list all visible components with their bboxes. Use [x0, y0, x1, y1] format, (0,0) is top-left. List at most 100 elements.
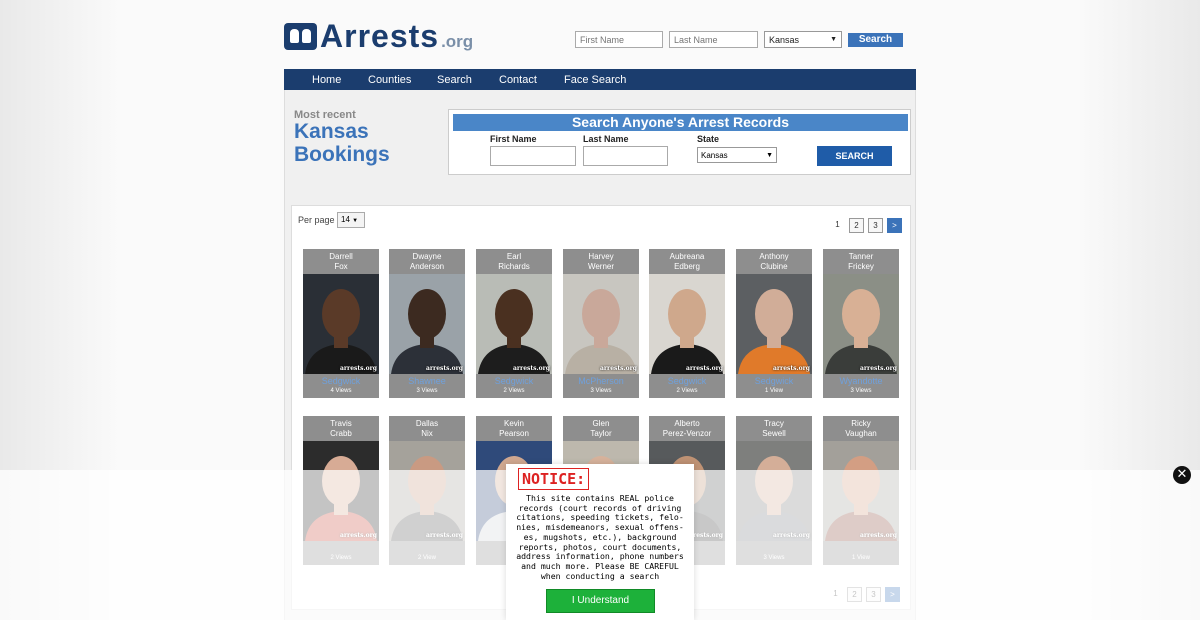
- search-box-title: Search Anyone's Arrest Records: [453, 114, 908, 131]
- nav-counties[interactable]: Counties: [368, 74, 411, 86]
- mugshot-photo[interactable]: arrests.org: [389, 274, 465, 374]
- watermark-text: arrests.org: [772, 365, 810, 372]
- page-title: Kansas Bookings: [294, 120, 390, 166]
- booking-card[interactable]: Tanner Frickey arrests.org Wyandotte 3 Views: [823, 249, 899, 398]
- mugshot-portrait: [305, 289, 377, 374]
- state-label: State: [697, 134, 720, 144]
- booking-first-name: Tracy: [764, 419, 784, 428]
- logo-tld: .org: [441, 32, 474, 51]
- booking-last-name: Sewell: [762, 429, 786, 438]
- mugshot-portrait: [565, 289, 637, 374]
- nav-search[interactable]: Search: [437, 74, 472, 86]
- watermark-text: arrests.org: [859, 365, 897, 372]
- last-name-input[interactable]: [583, 146, 668, 166]
- mugshot-portrait: [825, 289, 897, 374]
- chevron-down-icon: ▼: [352, 218, 359, 224]
- close-icon[interactable]: ✕: [1173, 466, 1191, 484]
- booking-card[interactable]: Harvey Werner arrests.org McPherson 3 Views: [563, 249, 639, 398]
- booking-last-name: Richards: [498, 262, 530, 271]
- page-2[interactable]: 2: [849, 218, 864, 233]
- last-name-label: Last Name: [583, 134, 629, 144]
- booking-last-name: Werner: [587, 262, 615, 271]
- booking-views: 3 Views: [590, 388, 612, 394]
- booking-county-link[interactable]: McPherson: [563, 376, 639, 386]
- mugshot-photo[interactable]: arrests.org: [736, 274, 812, 374]
- mugshot-photo[interactable]: arrests.org: [303, 274, 379, 374]
- booking-name: Darrell Fox: [303, 252, 379, 272]
- i-understand-button[interactable]: I Understand: [546, 589, 655, 613]
- booking-views: 3 Views: [416, 388, 438, 394]
- booking-county-link[interactable]: Sedgwick: [476, 376, 552, 386]
- first-name-input[interactable]: [490, 146, 576, 166]
- booking-name: Glen Taylor: [563, 419, 639, 439]
- state-select[interactable]: Kansas ▼: [697, 147, 777, 163]
- booking-first-name: Aubreana: [669, 252, 705, 261]
- mugshot-photo[interactable]: arrests.org: [563, 274, 639, 374]
- search-button[interactable]: SEARCH: [817, 146, 892, 166]
- header-state-value: Kansas: [769, 34, 800, 45]
- booking-first-name: Tanner: [848, 252, 874, 261]
- watermark-text: arrests.org: [339, 365, 377, 372]
- booking-first-name: Alberto: [674, 419, 700, 428]
- booking-card[interactable]: Dwayne Anderson arrests.org Shawnee 3 Views: [389, 249, 465, 398]
- nav-home[interactable]: Home: [312, 74, 341, 86]
- booking-county-link[interactable]: Shawnee: [389, 376, 465, 386]
- page-3[interactable]: 3: [868, 218, 883, 233]
- booking-card[interactable]: Darrell Fox arrests.org Sedgwick 4 Views: [303, 249, 379, 398]
- mugshot-photo[interactable]: arrests.org: [649, 274, 725, 374]
- mugshot-portrait: [651, 289, 723, 374]
- booking-last-name: Nix: [421, 429, 433, 438]
- booking-county-link[interactable]: Wyandotte: [823, 376, 899, 386]
- booking-first-name: Earl: [506, 252, 522, 261]
- mugshot-photo[interactable]: arrests.org: [476, 274, 552, 374]
- booking-first-name: Anthony: [759, 252, 789, 261]
- mugshot-portrait: [391, 289, 463, 374]
- booking-card[interactable]: Aubreana Edberg arrests.org Sedgwick 2 Views: [649, 249, 725, 398]
- mugshot-portrait: [738, 289, 810, 374]
- booking-views: 4 Views: [330, 388, 352, 394]
- mugshot-photo[interactable]: arrests.org: [823, 274, 899, 374]
- page-1[interactable]: 1: [830, 218, 845, 233]
- per-page-select[interactable]: 14 ▼: [337, 212, 365, 228]
- header-state-select[interactable]: Kansas ▼: [764, 31, 842, 48]
- booking-first-name: Dwayne: [412, 252, 442, 261]
- nav-contact[interactable]: Contact: [499, 74, 537, 86]
- booking-county-link[interactable]: Sedgwick: [649, 376, 725, 386]
- booking-card[interactable]: Anthony Clubine arrests.org Sedgwick 1 View: [736, 249, 812, 398]
- booking-first-name: Travis: [330, 419, 352, 428]
- notice-dialog: NOTICE: This site contains REAL police r…: [506, 464, 694, 620]
- booking-county-link[interactable]: Sedgwick: [303, 376, 379, 386]
- booking-last-name: Pearson: [499, 429, 529, 438]
- booking-last-name: Vaughan: [845, 429, 877, 438]
- booking-views: 3 Views: [850, 388, 872, 394]
- header-last-name-input[interactable]: [669, 31, 758, 48]
- first-name-label: First Name: [490, 134, 537, 144]
- booking-last-name: Perez-Venzor: [662, 429, 712, 438]
- booking-name: Dwayne Anderson: [389, 252, 465, 272]
- watermark-text: arrests.org: [685, 365, 723, 372]
- main-nav: Home Counties Search Contact Face Search: [284, 69, 916, 90]
- logo-text: Arrests: [320, 18, 440, 54]
- per-page-label: Per page: [298, 215, 335, 225]
- nav-face-search[interactable]: Face Search: [564, 74, 626, 86]
- header-first-name-input[interactable]: [575, 31, 663, 48]
- booking-first-name: Ricky: [851, 419, 871, 428]
- header-search-button[interactable]: Search: [848, 33, 903, 47]
- logo-badge-icon: [284, 23, 317, 50]
- booking-name: Ricky Vaughan: [823, 419, 899, 439]
- chevron-down-icon: ▼: [830, 36, 837, 43]
- booking-county-link[interactable]: Sedgwick: [736, 376, 812, 386]
- page-next[interactable]: >: [887, 218, 902, 233]
- booking-name: Travis Crabb: [303, 419, 379, 439]
- booking-name: Alberto Perez-Venzor: [649, 419, 725, 439]
- booking-first-name: Glen: [592, 419, 610, 428]
- booking-card[interactable]: Earl Richards arrests.org Sedgwick 2 Views: [476, 249, 552, 398]
- booking-last-name: Fox: [334, 262, 348, 271]
- page-title-line1: Kansas: [294, 120, 369, 143]
- state-select-value: Kansas: [701, 150, 728, 160]
- booking-first-name: Dallas: [415, 419, 439, 428]
- mugshot-portrait: [478, 289, 550, 374]
- booking-name: Tanner Frickey: [823, 252, 899, 272]
- site-logo[interactable]: Arrests .org: [284, 20, 473, 52]
- per-page-value: 14: [341, 215, 350, 224]
